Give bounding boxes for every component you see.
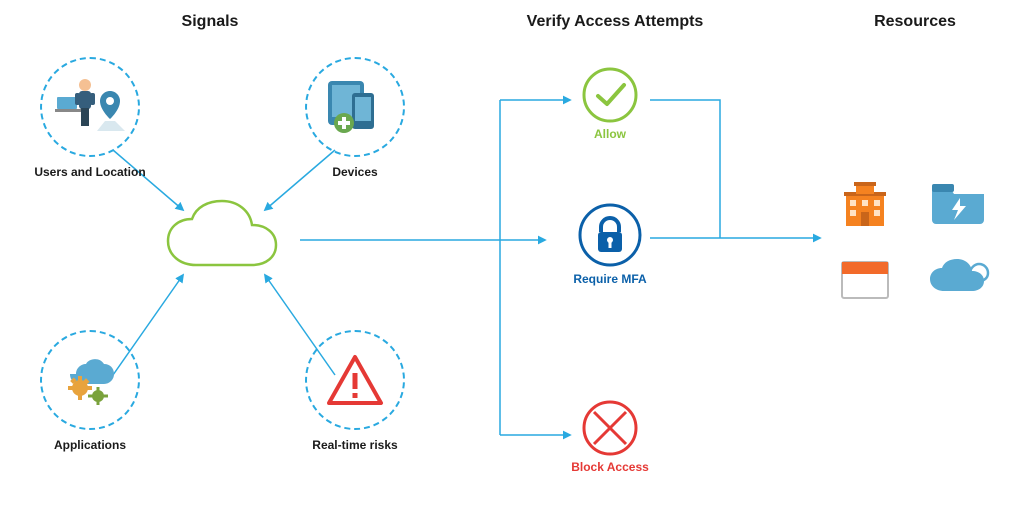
block-icon [565, 398, 655, 458]
verify-allow: Allow [575, 65, 645, 141]
resource-cloud [928, 255, 992, 299]
lock-icon [565, 200, 655, 270]
label-allow: Allow [575, 127, 645, 141]
signal-users-location [40, 57, 140, 157]
label-mfa: Require MFA [565, 272, 655, 286]
devices-icon [322, 79, 388, 135]
warning-icon [325, 353, 385, 407]
label-users-location: Users and Location [25, 165, 155, 179]
checkmark-icon [575, 65, 645, 125]
resource-folder [930, 180, 986, 226]
verify-block: Block Access [565, 398, 655, 474]
label-applications: Applications [45, 438, 135, 452]
verify-mfa: Require MFA [565, 200, 655, 286]
title-verify: Verify Access Attempts [505, 13, 725, 31]
label-risks: Real-time risks [305, 438, 405, 452]
clouds-icon [928, 255, 992, 299]
user-location-icon [55, 75, 125, 139]
folder-lightning-icon [930, 180, 986, 226]
resource-building [840, 180, 890, 230]
calendar-icon [840, 258, 890, 300]
label-devices: Devices [320, 165, 390, 179]
signal-devices [305, 57, 405, 157]
signal-risks [305, 330, 405, 430]
connector-lines [0, 0, 1024, 510]
label-block: Block Access [565, 460, 655, 474]
building-icon [840, 180, 890, 230]
signal-applications [40, 330, 140, 430]
title-resources: Resources [855, 13, 975, 31]
title-signals: Signals [140, 13, 280, 31]
cloud-icon [160, 195, 300, 285]
resource-calendar [840, 258, 890, 300]
applications-icon [58, 354, 122, 406]
